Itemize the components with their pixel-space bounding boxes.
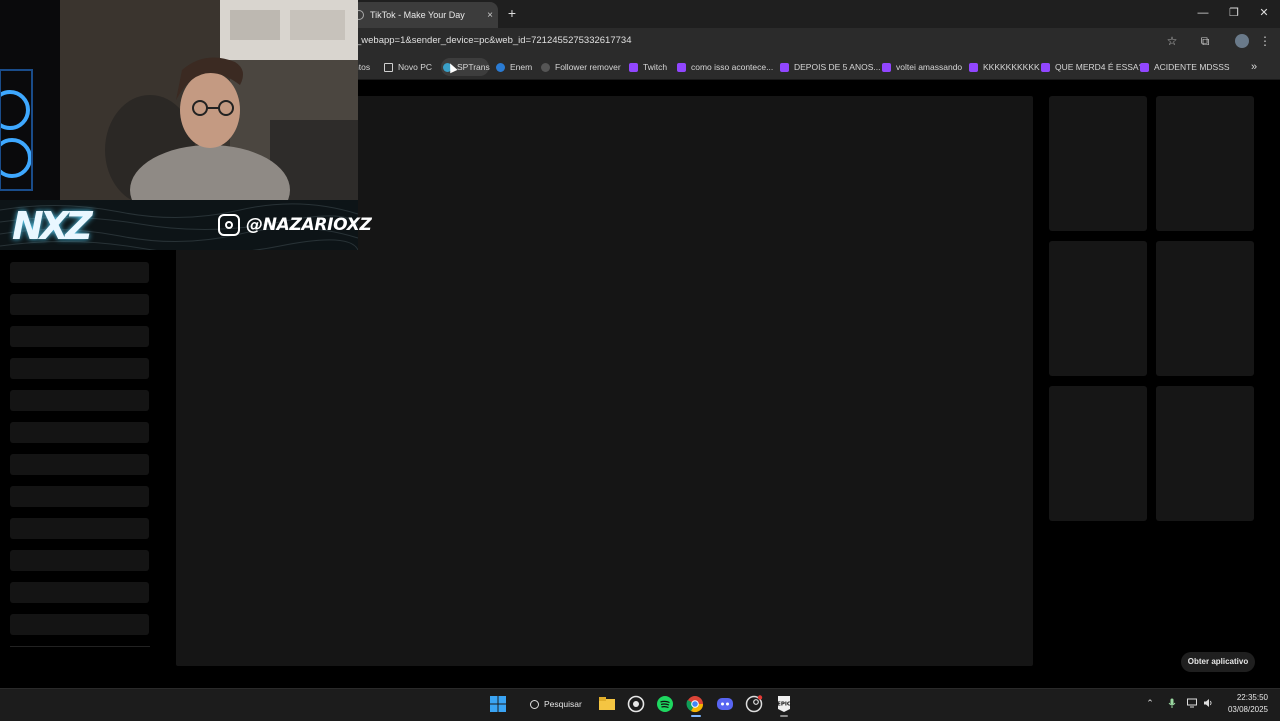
bookmark-follower-remover[interactable]: Follower remover bbox=[541, 60, 621, 74]
steam-icon[interactable] bbox=[745, 695, 763, 713]
grid-card-skeleton[interactable] bbox=[1049, 386, 1147, 521]
close-window-button[interactable]: ✕ bbox=[1249, 4, 1279, 22]
chrome-running-indicator bbox=[691, 715, 701, 717]
grid-card-skeleton[interactable] bbox=[1049, 241, 1147, 376]
bookmarks-overflow-icon[interactable]: » bbox=[1251, 60, 1257, 74]
tab-tiktok[interactable]: TikTok - Make Your Day × bbox=[352, 2, 498, 28]
grid-card-skeleton[interactable] bbox=[1156, 386, 1254, 521]
chrome-menu-icon[interactable]: ⋮ bbox=[1258, 34, 1272, 48]
follower-icon bbox=[541, 62, 550, 72]
skeleton-row bbox=[10, 518, 149, 539]
grid-card-skeleton[interactable] bbox=[1156, 96, 1254, 231]
nxz-logo: NXZ bbox=[12, 204, 93, 248]
spotify-icon[interactable] bbox=[656, 695, 674, 713]
network-icon[interactable] bbox=[1187, 698, 1197, 708]
twitch-icon bbox=[969, 62, 978, 72]
enem-icon bbox=[496, 62, 505, 72]
chrome-icon[interactable] bbox=[686, 695, 704, 713]
skeleton-row bbox=[10, 614, 149, 635]
skeleton-row bbox=[10, 390, 149, 411]
bookmark-twitch-video[interactable]: QUE MERD4 É ESSA? bbox=[1041, 60, 1143, 74]
instagram-icon bbox=[218, 214, 240, 236]
tray-overflow-chevron-icon[interactable]: ⌃ bbox=[1145, 698, 1155, 708]
skeleton-row bbox=[10, 294, 149, 315]
skeleton-row bbox=[10, 422, 149, 443]
skeleton-row bbox=[10, 262, 149, 283]
skeleton-row bbox=[10, 486, 149, 507]
bookmark-label: voltei amassando bbox=[896, 62, 963, 72]
epic-games-icon[interactable]: EPIC bbox=[775, 695, 793, 713]
sidebar-divider bbox=[10, 646, 150, 647]
twitch-icon bbox=[1140, 62, 1149, 72]
address-bar-url[interactable]: _webapp=1&sender_device=pc&web_id=721245… bbox=[356, 35, 631, 46]
windows-start-icon[interactable] bbox=[489, 695, 507, 713]
grid-card-skeleton[interactable] bbox=[1049, 96, 1147, 231]
profile-avatar-icon[interactable] bbox=[1235, 34, 1249, 48]
bookmark-label: ACIDENTE MDSSS bbox=[1154, 62, 1230, 72]
bookmark-twitch-video[interactable]: ACIDENTE MDSSS bbox=[1140, 60, 1230, 74]
skeleton-row bbox=[10, 358, 149, 379]
twitch-icon bbox=[882, 62, 891, 72]
twitch-icon bbox=[677, 62, 686, 72]
bookmark-label: Novo PC bbox=[398, 62, 433, 72]
volume-icon[interactable] bbox=[1203, 698, 1213, 708]
clock-date[interactable]: 03/08/2025 bbox=[1220, 705, 1268, 714]
minimize-button[interactable]: — bbox=[1188, 4, 1218, 22]
microphone-icon[interactable] bbox=[1167, 698, 1177, 708]
grid-card-skeleton[interactable] bbox=[1156, 241, 1254, 376]
skeleton-row bbox=[10, 550, 149, 571]
restore-button[interactable]: ❐ bbox=[1219, 4, 1249, 22]
bookmark-label: Enem bbox=[510, 62, 533, 72]
twitch-icon bbox=[780, 62, 789, 72]
twitch-icon bbox=[1041, 62, 1050, 72]
bookmark-label: KKKKKKKKKK bbox=[983, 62, 1040, 72]
webcam-image bbox=[0, 0, 358, 200]
webcam-overlay bbox=[0, 0, 358, 200]
bookmark-label: Twitch bbox=[643, 62, 668, 72]
search-label: Pesquisar bbox=[544, 699, 582, 709]
bookmark-twitch-video[interactable]: voltei amassando bbox=[882, 60, 962, 74]
extensions-icon[interactable]: ⧉ bbox=[1198, 34, 1212, 48]
discord-icon[interactable] bbox=[716, 695, 734, 713]
bookmark-label: DEPOIS DE 5 ANOS... bbox=[794, 62, 881, 72]
bookmark-twitch-video[interactable]: KKKKKKKKKK bbox=[969, 60, 1040, 74]
bookmark-star-icon[interactable]: ☆ bbox=[1165, 34, 1179, 48]
search-icon bbox=[530, 699, 539, 709]
bookmark-folder-novo-pc[interactable]: Novo PC bbox=[384, 60, 432, 74]
new-tab-button[interactable]: + bbox=[504, 6, 520, 22]
epic-running-indicator bbox=[780, 715, 788, 717]
taskbar-search[interactable]: Pesquisar bbox=[522, 695, 586, 713]
get-app-button[interactable]: Obter aplicativo bbox=[1181, 652, 1255, 672]
clock-time[interactable]: 22:35:50 bbox=[1230, 693, 1268, 702]
bookmark-twitch-video[interactable]: DEPOIS DE 5 ANOS... bbox=[780, 60, 880, 74]
skeleton-row bbox=[10, 454, 149, 475]
whatsapp-icon[interactable] bbox=[627, 695, 645, 713]
twitch-icon bbox=[629, 62, 638, 72]
bookmark-label: como isso acontece... bbox=[691, 62, 774, 72]
instagram-handle: @NAZARIOXZ bbox=[246, 215, 372, 235]
tab-close-icon[interactable]: × bbox=[482, 10, 498, 21]
folder-icon bbox=[384, 62, 393, 72]
svg-text:EPIC: EPIC bbox=[777, 702, 791, 708]
bookmark-twitch[interactable]: Twitch bbox=[629, 60, 667, 74]
bookmark-label: Follower remover bbox=[555, 62, 621, 72]
bookmark-twitch-video[interactable]: como isso acontece... bbox=[677, 60, 773, 74]
file-explorer-icon[interactable] bbox=[598, 695, 616, 713]
skeleton-row bbox=[10, 326, 149, 347]
tab-title: TikTok - Make Your Day bbox=[370, 10, 465, 20]
bookmark-label: SPTrans bbox=[457, 62, 490, 72]
skeleton-row bbox=[10, 582, 149, 603]
bookmark-enem[interactable]: Enem bbox=[496, 60, 532, 74]
bookmark-label: QUE MERD4 É ESSA? bbox=[1055, 62, 1144, 72]
